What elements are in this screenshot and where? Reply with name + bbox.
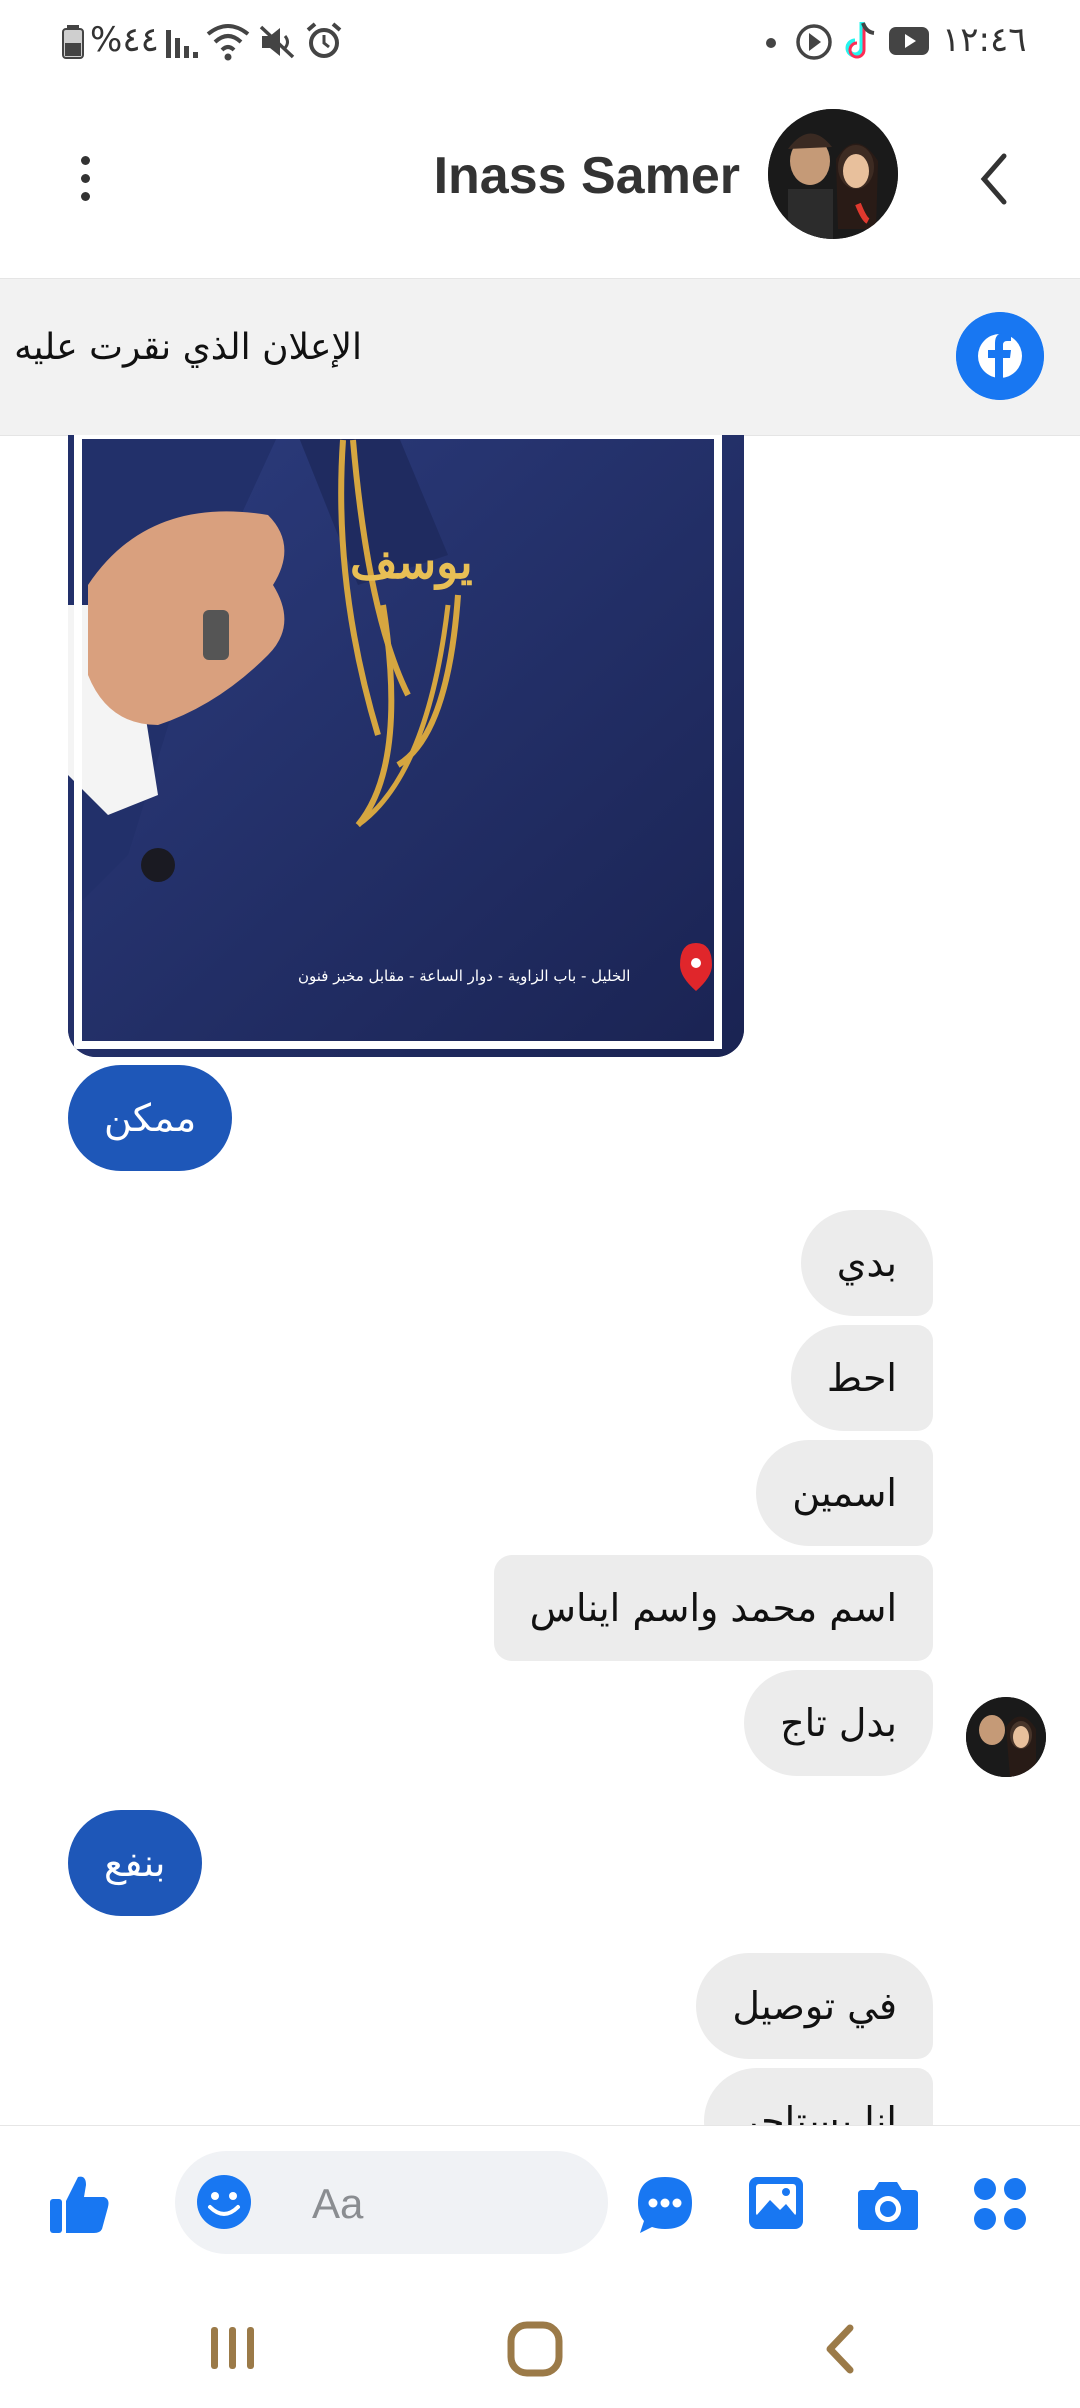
message-bubble-incoming[interactable]: اسم محمد واسم ايناس xyxy=(493,1555,933,1661)
status-bar: %٤٤ ١٢:٤٦ xyxy=(0,0,1080,86)
message-bubble-incoming[interactable]: اسمين xyxy=(756,1440,933,1546)
sync-blocked-icon xyxy=(796,24,832,60)
message-bubble-incoming[interactable]: احط xyxy=(790,1325,933,1431)
sender-avatar[interactable] xyxy=(966,1697,1046,1777)
clock: ١٢:٤٦ xyxy=(942,20,1027,60)
alarm-icon xyxy=(306,22,342,58)
message-composer xyxy=(0,2125,1080,2281)
brooch-name-text: يوسف xyxy=(350,535,473,589)
youtube-icon xyxy=(889,27,929,55)
shared-ad-photo[interactable]: يوسف الخليل - باب الزاوية - دوار الساعة … xyxy=(68,435,744,1057)
battery-percent: %٤٤ xyxy=(90,20,159,60)
signal-icon xyxy=(166,30,198,58)
ad-referral-text: الإعلان الذي نقرت عليه xyxy=(14,327,362,368)
message-bubble-incoming[interactable]: في توصيل xyxy=(696,1953,933,2059)
wifi-icon xyxy=(206,24,250,61)
facebook-icon[interactable] xyxy=(956,312,1044,400)
gallery-icon[interactable] xyxy=(746,2174,806,2232)
contact-name[interactable]: Inass Samer xyxy=(434,146,740,206)
battery-icon xyxy=(62,25,84,59)
back-nav-icon[interactable] xyxy=(818,2320,862,2378)
message-input-wrapper xyxy=(175,2151,608,2254)
photo-location-caption: الخليل - باب الزاوية - دوار الساعة - مقا… xyxy=(298,967,631,985)
system-navigation-bar xyxy=(0,2280,1080,2408)
more-options-icon[interactable] xyxy=(70,156,100,216)
contact-avatar[interactable] xyxy=(768,109,898,239)
ad-referral-banner[interactable]: الإعلان الذي نقرت عليه xyxy=(0,278,1080,436)
recent-apps-icon[interactable] xyxy=(205,2323,261,2373)
conversation-header: Inass Samer xyxy=(0,86,1080,276)
message-bubble-outgoing[interactable]: ممكن xyxy=(68,1065,233,1171)
message-bubble-incoming[interactable]: بدل تاج xyxy=(744,1670,933,1776)
mute-icon xyxy=(259,25,295,59)
tiktok-icon xyxy=(845,22,875,59)
back-chevron-icon[interactable] xyxy=(970,144,1020,214)
chat-bubble-icon[interactable] xyxy=(634,2174,696,2236)
more-apps-icon[interactable] xyxy=(972,2176,1028,2232)
notification-dot-icon xyxy=(766,38,776,48)
message-thread[interactable]: يوسف الخليل - باب الزاوية - دوار الساعة … xyxy=(0,435,1080,2125)
home-icon[interactable] xyxy=(506,2320,564,2378)
message-bubble-incoming[interactable]: انا بستاجر xyxy=(704,2068,933,2125)
thumbs-up-icon[interactable] xyxy=(46,2171,112,2237)
message-bubble-outgoing[interactable]: بنفع xyxy=(68,1810,202,1916)
message-bubble-incoming[interactable]: بدي xyxy=(800,1210,933,1316)
message-input[interactable] xyxy=(310,2175,594,2232)
camera-icon[interactable] xyxy=(856,2176,920,2232)
emoji-icon[interactable] xyxy=(195,2173,253,2231)
